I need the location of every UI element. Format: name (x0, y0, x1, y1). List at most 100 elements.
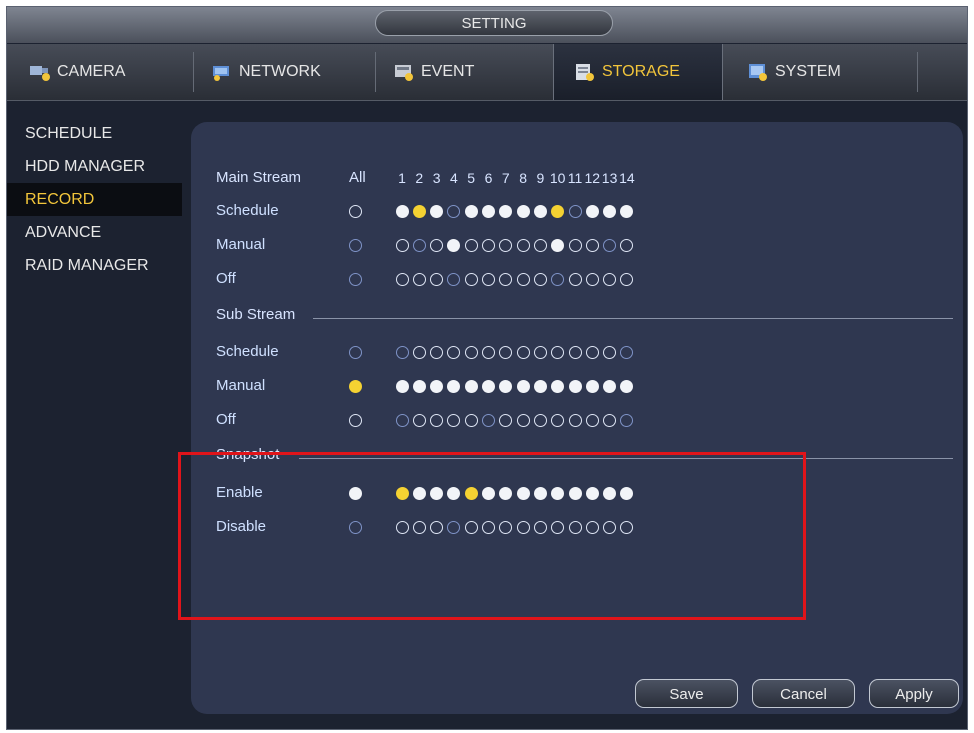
apply-button[interactable]: Apply (869, 679, 959, 708)
channel-radio[interactable] (516, 238, 530, 252)
channel-radio[interactable] (603, 238, 617, 252)
channel-radio[interactable] (585, 379, 599, 393)
all-radio[interactable] (348, 345, 362, 359)
sidebar-item-record[interactable]: RECORD (7, 183, 182, 216)
channel-radio[interactable] (568, 379, 582, 393)
channel-radio[interactable] (551, 204, 565, 218)
all-radio[interactable] (348, 272, 362, 286)
all-radio[interactable] (348, 204, 362, 218)
channel-radio[interactable] (412, 345, 426, 359)
channel-radio[interactable] (568, 345, 582, 359)
channel-radio[interactable] (464, 204, 478, 218)
channel-radio[interactable] (516, 379, 530, 393)
channel-radio[interactable] (603, 272, 617, 286)
channel-radio[interactable] (499, 272, 513, 286)
all-radio[interactable] (348, 238, 362, 252)
channel-radio[interactable] (568, 204, 582, 218)
channel-radio[interactable] (533, 413, 547, 427)
channel-radio[interactable] (620, 238, 634, 252)
channel-radio[interactable] (568, 272, 582, 286)
channel-radio[interactable] (551, 345, 565, 359)
channel-radio[interactable] (533, 379, 547, 393)
channel-radio[interactable] (430, 272, 444, 286)
channel-radio[interactable] (620, 345, 634, 359)
channel-radio[interactable] (430, 379, 444, 393)
channel-radio[interactable] (412, 204, 426, 218)
channel-radio[interactable] (585, 272, 599, 286)
channel-radio[interactable] (568, 413, 582, 427)
channel-radio[interactable] (464, 413, 478, 427)
channel-radio[interactable] (395, 413, 409, 427)
channel-radio[interactable] (568, 238, 582, 252)
channel-radio[interactable] (551, 379, 565, 393)
channel-radio[interactable] (516, 204, 530, 218)
channel-radio[interactable] (533, 204, 547, 218)
channel-radio[interactable] (551, 413, 565, 427)
channel-radio[interactable] (464, 238, 478, 252)
tab-network[interactable]: NETWORK (199, 44, 369, 100)
channel-radio[interactable] (447, 345, 461, 359)
channel-radio[interactable] (533, 272, 547, 286)
channel-radio[interactable] (620, 272, 634, 286)
channel-radio[interactable] (447, 413, 461, 427)
channel-radio[interactable] (447, 379, 461, 393)
channel-radio[interactable] (499, 204, 513, 218)
all-radio[interactable] (348, 413, 362, 427)
channel-radio[interactable] (585, 413, 599, 427)
sidebar-item-raid-manager[interactable]: RAID MANAGER (7, 249, 182, 282)
channel-radio[interactable] (482, 204, 495, 218)
channel-radio[interactable] (447, 272, 461, 286)
sidebar-item-schedule[interactable]: SCHEDULE (7, 117, 182, 150)
channel-radio[interactable] (551, 238, 565, 252)
channel-radio[interactable] (499, 413, 513, 427)
channel-radio[interactable] (620, 204, 634, 218)
channel-radio[interactable] (585, 345, 599, 359)
channel-radio[interactable] (412, 379, 426, 393)
channel-radio[interactable] (516, 413, 530, 427)
channel-radio[interactable] (585, 204, 599, 218)
channel-radio[interactable] (464, 345, 478, 359)
channel-radio[interactable] (482, 345, 495, 359)
channel-radio[interactable] (430, 345, 444, 359)
channel-radio[interactable] (482, 272, 495, 286)
channel-radio[interactable] (412, 238, 426, 252)
channel-radio[interactable] (533, 345, 547, 359)
channel-radio[interactable] (482, 413, 495, 427)
channel-radio[interactable] (395, 272, 409, 286)
channel-radio[interactable] (482, 238, 495, 252)
channel-radio[interactable] (551, 272, 565, 286)
channel-radio[interactable] (430, 238, 444, 252)
channel-radio[interactable] (499, 238, 513, 252)
channel-radio[interactable] (603, 204, 617, 218)
channel-radio[interactable] (464, 379, 478, 393)
channel-radio[interactable] (620, 413, 634, 427)
channel-radio[interactable] (447, 204, 461, 218)
tab-event[interactable]: EVENT (381, 44, 551, 100)
channel-radio[interactable] (395, 204, 409, 218)
channel-radio[interactable] (482, 379, 495, 393)
channel-radio[interactable] (447, 238, 461, 252)
channel-radio[interactable] (412, 272, 426, 286)
cancel-button[interactable]: Cancel (752, 679, 855, 708)
channel-radio[interactable] (603, 379, 617, 393)
channel-radio[interactable] (533, 238, 547, 252)
channel-radio[interactable] (516, 272, 530, 286)
channel-radio[interactable] (464, 272, 478, 286)
channel-radio[interactable] (430, 204, 444, 218)
channel-radio[interactable] (603, 345, 617, 359)
channel-radio[interactable] (516, 345, 530, 359)
channel-radio[interactable] (603, 413, 617, 427)
tab-system[interactable]: SYSTEM (731, 44, 911, 100)
channel-radio[interactable] (499, 379, 513, 393)
channel-radio[interactable] (395, 238, 409, 252)
save-button[interactable]: Save (635, 679, 738, 708)
sidebar-item-hdd-manager[interactable]: HDD MANAGER (7, 150, 182, 183)
tab-storage[interactable]: STORAGE (553, 44, 723, 100)
channel-radio[interactable] (499, 345, 513, 359)
channel-radio[interactable] (620, 379, 634, 393)
all-radio[interactable] (348, 379, 362, 393)
tab-camera[interactable]: CAMERA (17, 44, 187, 100)
channel-radio[interactable] (395, 345, 409, 359)
channel-radio[interactable] (412, 413, 426, 427)
channel-radio[interactable] (585, 238, 599, 252)
